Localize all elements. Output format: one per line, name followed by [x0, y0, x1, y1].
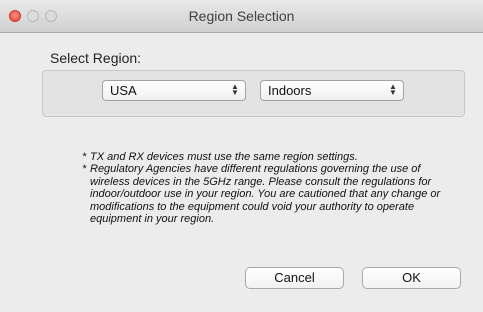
- location-select[interactable]: Indoors ▲ ▼: [260, 80, 404, 101]
- select-region-label: Select Region:: [50, 50, 142, 66]
- regulatory-notes: * TX and RX devices must use the same re…: [82, 151, 462, 225]
- note-item: * Regulatory Agencies have different reg…: [82, 163, 462, 225]
- region-selection-dialog: Region Selection Select Region: USA ▲ ▼ …: [0, 0, 483, 312]
- note-text: TX and RX devices must use the same regi…: [90, 151, 358, 163]
- note-bullet: *: [82, 151, 87, 163]
- country-select-value: USA: [110, 83, 137, 98]
- note-text: Regulatory Agencies have different regul…: [90, 163, 441, 226]
- location-select-value: Indoors: [268, 83, 312, 98]
- ok-button[interactable]: OK: [362, 267, 461, 289]
- cancel-button[interactable]: Cancel: [245, 267, 344, 289]
- up-down-arrows-icon: ▲ ▼: [231, 82, 239, 97]
- up-down-arrows-icon: ▲ ▼: [389, 82, 397, 97]
- window-title: Region Selection: [188, 8, 295, 24]
- title-bar[interactable]: Region Selection: [0, 0, 483, 33]
- note-bullet: *: [82, 163, 87, 176]
- country-select[interactable]: USA ▲ ▼: [102, 80, 246, 101]
- note-item: * TX and RX devices must use the same re…: [82, 151, 462, 163]
